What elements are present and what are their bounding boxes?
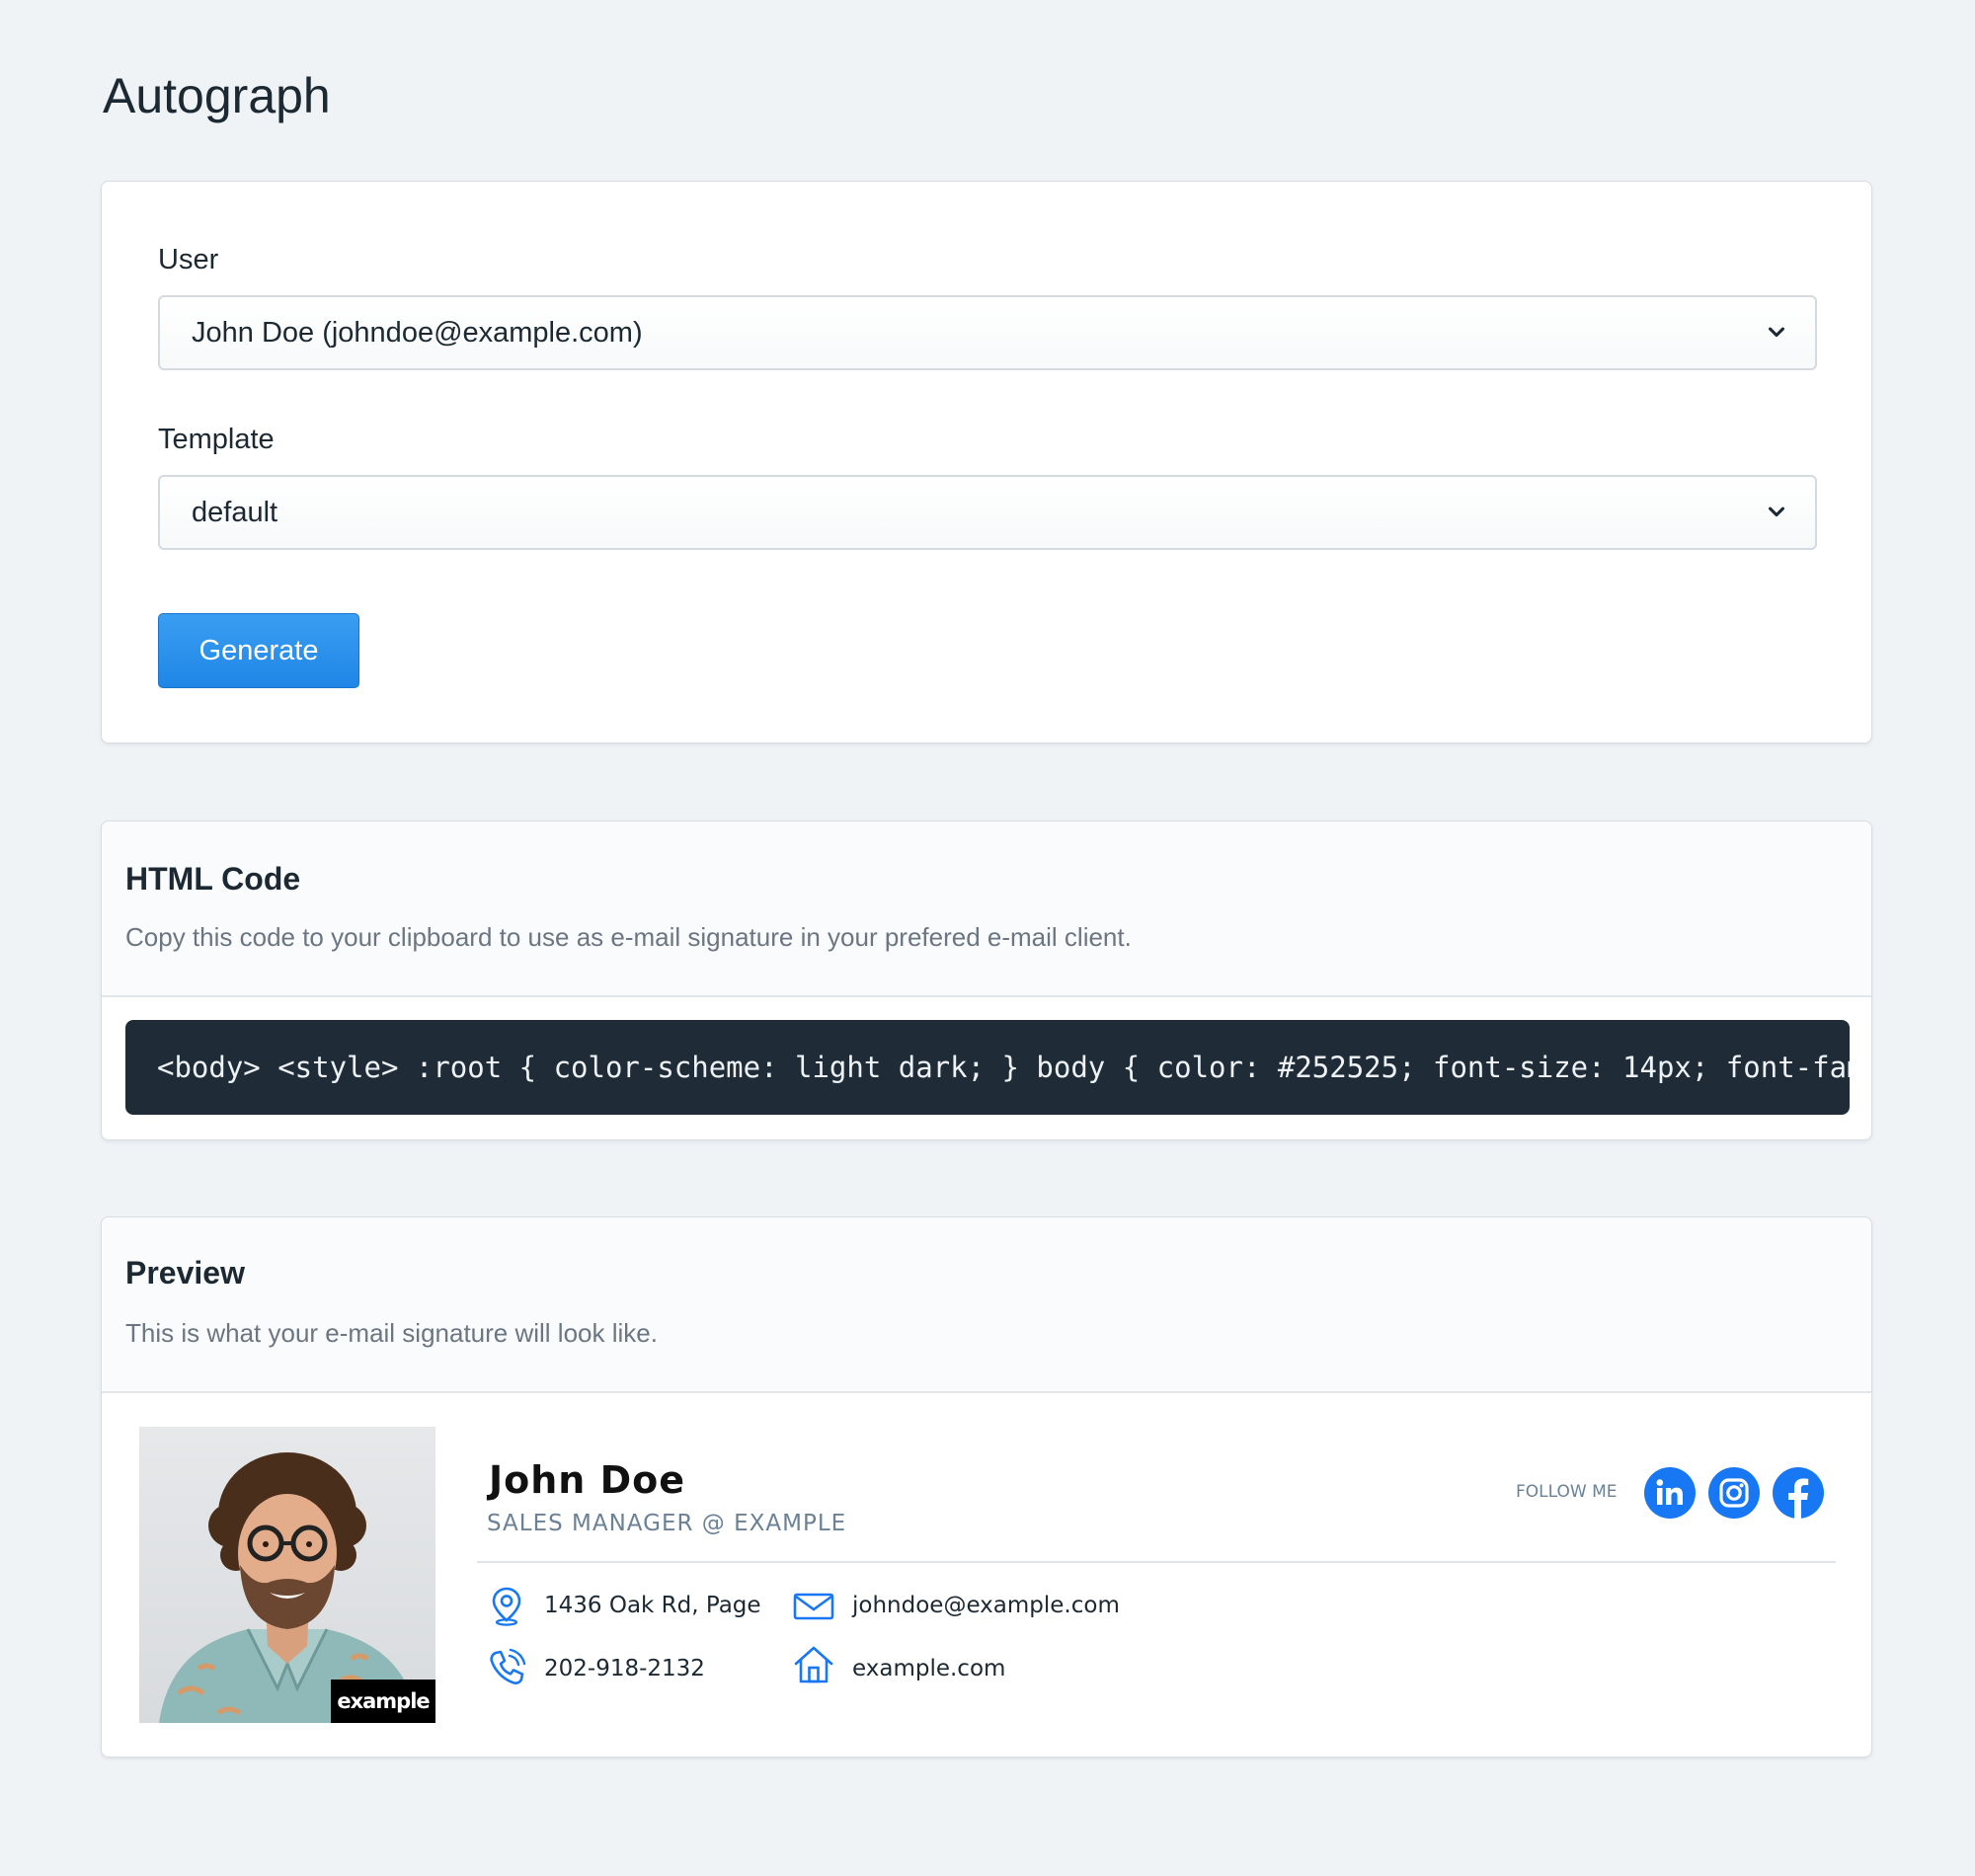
html-code-title: HTML Code [125, 861, 301, 897]
html-code-description: Copy this code to your clipboard to use … [125, 922, 1132, 952]
chevron-down-icon [1769, 327, 1784, 338]
preview-description: This is what your e-mail signature will … [125, 1318, 658, 1348]
instagram-link[interactable] [1708, 1467, 1760, 1519]
location-pin-icon [492, 1587, 521, 1626]
phone-icon [490, 1648, 526, 1684]
user-label: User [158, 244, 219, 275]
chevron-down-icon [1769, 507, 1784, 517]
signature-name: John Doe [489, 1458, 686, 1502]
follow-me-label: FOLLOW ME [1516, 1482, 1618, 1502]
facebook-icon [1788, 1478, 1809, 1519]
template-label: Template [158, 424, 275, 455]
phone-text: 202-918-2132 [544, 1656, 705, 1681]
template-select[interactable]: default [158, 475, 1817, 550]
html-code-card: HTML Code Copy this code to your clipboa… [101, 821, 1872, 1140]
user-select[interactable]: John Doe (johndoe@example.com) [158, 295, 1817, 370]
preview-card: Preview This is what your e-mail signatu… [101, 1216, 1872, 1758]
user-select-value: John Doe (johndoe@example.com) [192, 316, 643, 349]
linkedin-link[interactable] [1644, 1467, 1696, 1519]
generate-button[interactable]: Generate [158, 613, 359, 688]
html-code-header: HTML Code Copy this code to your clipboa… [102, 821, 1871, 997]
instagram-icon [1719, 1478, 1749, 1508]
address-text: 1436 Oak Rd, Page [544, 1593, 761, 1618]
person-portrait-image [159, 1452, 418, 1723]
facebook-link[interactable] [1773, 1467, 1824, 1519]
page-title: Autograph [103, 68, 331, 123]
preview-header: Preview This is what your e-mail signatu… [102, 1217, 1871, 1393]
website-link[interactable]: example.com [852, 1656, 1005, 1681]
linkedin-icon [1656, 1479, 1683, 1505]
signature-role: SALES MANAGER @ EXAMPLE [487, 1511, 847, 1536]
template-select-value: default [192, 496, 278, 528]
preview-title: Preview [125, 1255, 245, 1290]
email-link[interactable]: johndoe@example.com [852, 1593, 1120, 1618]
home-icon [794, 1646, 833, 1683]
signature-divider [477, 1561, 1836, 1563]
company-badge: example [331, 1680, 435, 1723]
profile-photo: example [139, 1427, 435, 1723]
envelope-icon [793, 1593, 834, 1620]
html-code-block[interactable]: <body> <style> :root { color-scheme: lig… [125, 1020, 1850, 1115]
signature-form-card: User John Doe (johndoe@example.com) Temp… [101, 181, 1872, 743]
